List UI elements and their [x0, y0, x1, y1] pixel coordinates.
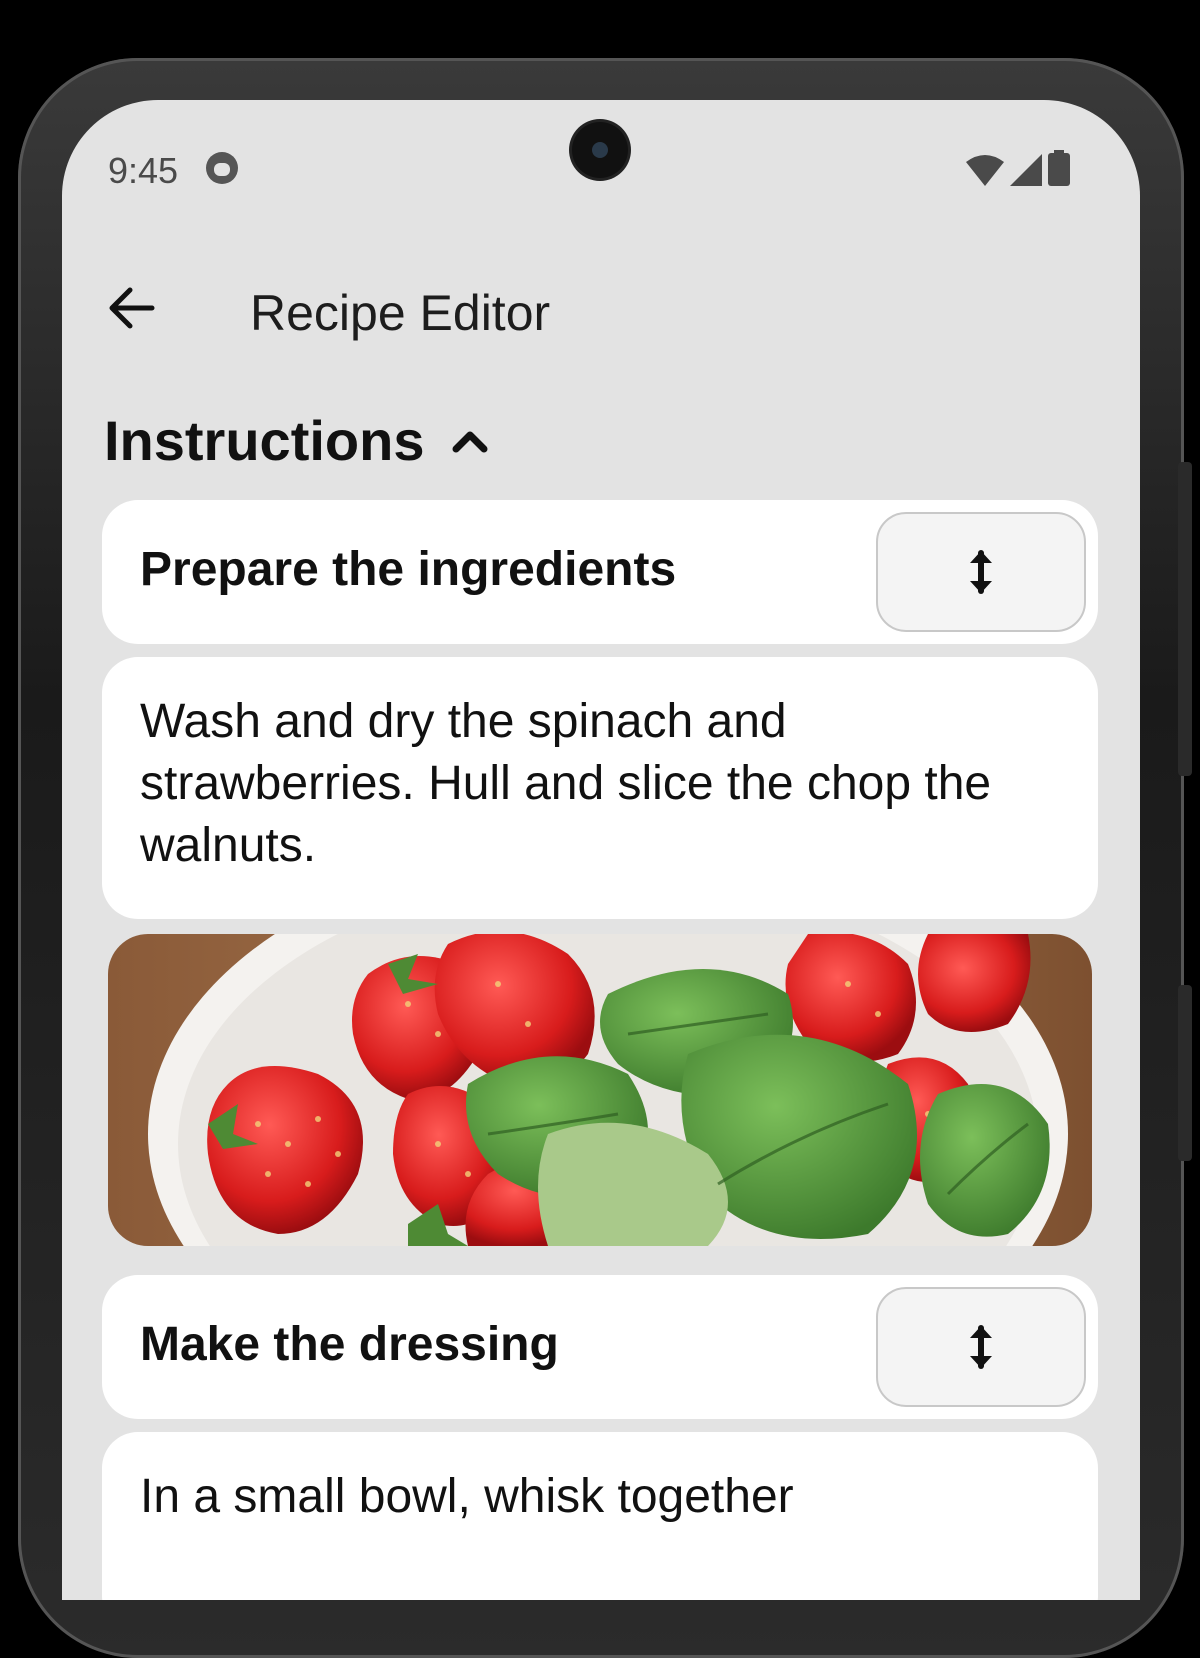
battery-icon — [1048, 150, 1070, 186]
vertical-drag-arrows-icon — [970, 1325, 992, 1369]
power-button — [1178, 985, 1192, 1161]
step-title-card[interactable]: Make the dressing — [102, 1275, 1098, 1419]
page-title: Recipe Editor — [250, 285, 551, 341]
wifi-icon — [966, 155, 1004, 186]
reorder-handle-button[interactable] — [876, 512, 1086, 632]
step-title-card[interactable]: Prepare the ingredients — [102, 500, 1098, 644]
step-description-card[interactable]: Wash and dry the spinach and strawberrie… — [102, 657, 1098, 919]
section-label: Instructions — [104, 409, 425, 472]
strawberries-spinach-image — [108, 934, 1092, 1246]
volume-button — [1178, 462, 1192, 776]
front-camera — [572, 122, 628, 178]
notification-cat-icon — [206, 152, 238, 184]
status-bar: 9:45 — [62, 100, 1140, 240]
back-button[interactable] — [102, 278, 162, 338]
reorder-handle-button[interactable] — [876, 1287, 1086, 1407]
step-description: In a small bowl, whisk together — [140, 1470, 794, 1523]
step-title: Make the dressing — [140, 1318, 559, 1371]
chevron-up-icon[interactable] — [450, 427, 490, 455]
arrow-left-icon — [109, 287, 155, 329]
step-description: Wash and dry the spinach and strawberrie… — [140, 695, 992, 872]
phone-screen: 9:45 Recipe Editor Instructions Prepare … — [62, 100, 1140, 1600]
step-photo — [108, 934, 1092, 1246]
app-bar: Recipe Editor — [62, 270, 1140, 350]
cellular-signal-icon — [1010, 154, 1042, 186]
vertical-drag-arrows-icon — [970, 550, 992, 594]
step-description-card[interactable]: In a small bowl, whisk together — [102, 1432, 1098, 1600]
status-time: 9:45 — [108, 150, 179, 191]
system-icons — [966, 150, 1070, 186]
instructions-section-header[interactable]: Instructions — [104, 408, 490, 473]
step-title: Prepare the ingredients — [140, 543, 677, 596]
